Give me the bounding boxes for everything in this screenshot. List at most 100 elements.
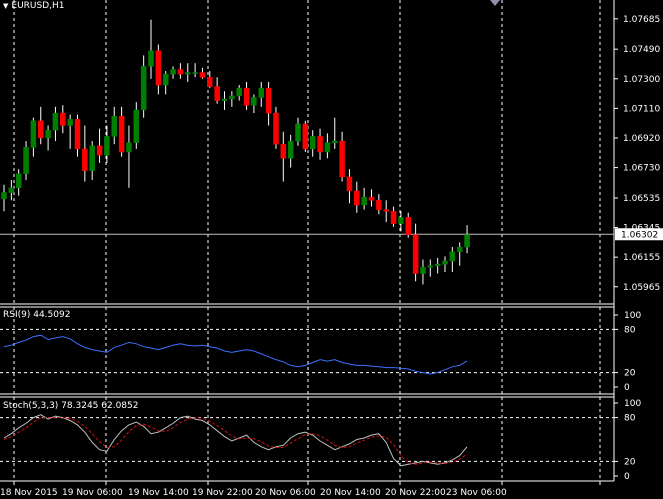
candle-bull xyxy=(89,145,95,171)
candle-bull xyxy=(133,109,140,143)
candle-bull xyxy=(30,120,37,148)
time-tick-label: 20 Nov 22:00 xyxy=(385,488,446,498)
candle-bear xyxy=(390,210,397,224)
candle-bear xyxy=(96,145,103,156)
candle-bull xyxy=(162,73,169,86)
candle-bull xyxy=(185,72,191,75)
indicator-tick-label: 100 xyxy=(624,311,641,321)
candle-bear xyxy=(265,87,272,114)
candle-bear xyxy=(177,69,184,75)
candle-bear xyxy=(207,76,213,87)
rsi-label: RSI(9) 44.5092 xyxy=(3,310,71,320)
price-tick-label: 1.06730 xyxy=(623,164,660,174)
candle-bear xyxy=(383,209,389,212)
time-tick-label: 19 Nov 14:00 xyxy=(128,488,189,498)
time-tick-label: 20 Nov 14:00 xyxy=(320,488,381,498)
price-tick-label: 1.05965 xyxy=(623,283,660,293)
candle-bull xyxy=(15,173,22,189)
candle-bear xyxy=(60,112,66,126)
stoch-label: Stoch(5,3,3) 78.3245 62.0852 xyxy=(3,401,139,411)
indicator-tick-label: 100 xyxy=(624,399,641,409)
candle-bear xyxy=(339,140,345,178)
period-marker-icon xyxy=(490,0,500,6)
candle-bear xyxy=(82,148,88,171)
candle-bear xyxy=(38,120,44,139)
candle-bull xyxy=(427,265,434,268)
indicator-tick-label: 80 xyxy=(624,414,636,424)
price-tick-label: 1.06535 xyxy=(623,194,660,204)
price-tick-label: 1.06155 xyxy=(623,253,660,263)
candle-bull xyxy=(192,72,198,74)
candle-bull xyxy=(309,136,316,150)
candle-bull xyxy=(420,267,426,274)
symbol-menu-arrow-icon[interactable]: ▼ xyxy=(3,2,8,10)
candle-bull xyxy=(251,97,257,106)
price-tick-label: 1.07490 xyxy=(623,45,660,55)
time-tick-label: 18 Nov 2015 xyxy=(0,488,58,498)
candle-bull xyxy=(170,69,176,75)
candle-bear xyxy=(273,112,279,145)
stoch-main-line xyxy=(3,414,468,467)
candle-bull xyxy=(140,66,147,111)
indicator-tick-label: 0 xyxy=(624,472,630,482)
candle-bull xyxy=(221,98,228,101)
candle-bear xyxy=(199,72,206,78)
candle-bear xyxy=(155,50,162,86)
candle-bear xyxy=(317,136,323,153)
candle-bull xyxy=(332,140,338,143)
candle-bull xyxy=(67,119,73,126)
time-tick-label: 23 Nov 06:00 xyxy=(446,488,507,498)
candle-bull xyxy=(324,142,331,153)
candle-bear xyxy=(368,196,375,201)
candle-bull xyxy=(8,187,15,193)
candle-bull xyxy=(1,192,7,199)
candle-bull xyxy=(148,50,154,67)
candle-bull xyxy=(229,95,235,100)
indicator-tick-label: 20 xyxy=(624,457,636,467)
candle-bull xyxy=(52,112,59,131)
symbol-label: ▼ EURUSD,H1 xyxy=(3,1,65,11)
candle-bull xyxy=(456,246,463,252)
time-tick-label: 19 Nov 22:00 xyxy=(192,488,253,498)
time-tick-label: 20 Nov 06:00 xyxy=(255,488,316,498)
candle-bear xyxy=(280,143,287,159)
price-tick-label: 1.07685 xyxy=(623,15,660,25)
candle-bull xyxy=(442,260,448,265)
chart-canvas[interactable]: 1.07685 1.07490 1.07300 1.07110 1.06920 1.067… xyxy=(0,0,663,499)
price-tick-label: 1.07300 xyxy=(623,75,660,85)
candle-bear xyxy=(214,86,220,101)
indicator-tick-label: 80 xyxy=(624,325,636,335)
symbol-name: EURUSD,H1 xyxy=(11,1,65,11)
price-tick-label: 1.07110 xyxy=(623,104,660,114)
stoch-signal-line xyxy=(3,417,468,465)
current-price-label: 1.06302 xyxy=(621,230,658,240)
candle-bull xyxy=(449,251,456,262)
candle-bear xyxy=(74,119,81,150)
time-tick-label: 19 Nov 06:00 xyxy=(62,488,123,498)
price-tick-label: 1.06920 xyxy=(623,134,660,144)
candle-bull xyxy=(398,217,404,224)
candle-bear xyxy=(346,176,353,192)
candle-bull xyxy=(361,196,367,206)
indicator-tick-label: 20 xyxy=(624,369,636,379)
candle-bull xyxy=(258,87,264,98)
candle-bull xyxy=(295,123,301,142)
candle-bear xyxy=(302,123,309,150)
candle-bear xyxy=(354,190,360,206)
candle-bear xyxy=(243,87,250,106)
candle-bear xyxy=(412,234,419,274)
candle-bull xyxy=(287,140,294,159)
candle-bear xyxy=(376,200,382,210)
candle-bull xyxy=(126,142,132,153)
candle-bull xyxy=(23,147,29,175)
candle-bull xyxy=(111,115,117,137)
candle-bull xyxy=(104,136,110,156)
rsi-line xyxy=(3,334,468,375)
candle-bull xyxy=(434,263,441,266)
candle-bull xyxy=(236,87,242,97)
candle-bull xyxy=(45,129,51,139)
candle-bear xyxy=(405,217,411,235)
candle-bull xyxy=(464,234,470,248)
indicator-tick-label: 0 xyxy=(624,383,630,393)
candle-bear xyxy=(118,115,125,153)
